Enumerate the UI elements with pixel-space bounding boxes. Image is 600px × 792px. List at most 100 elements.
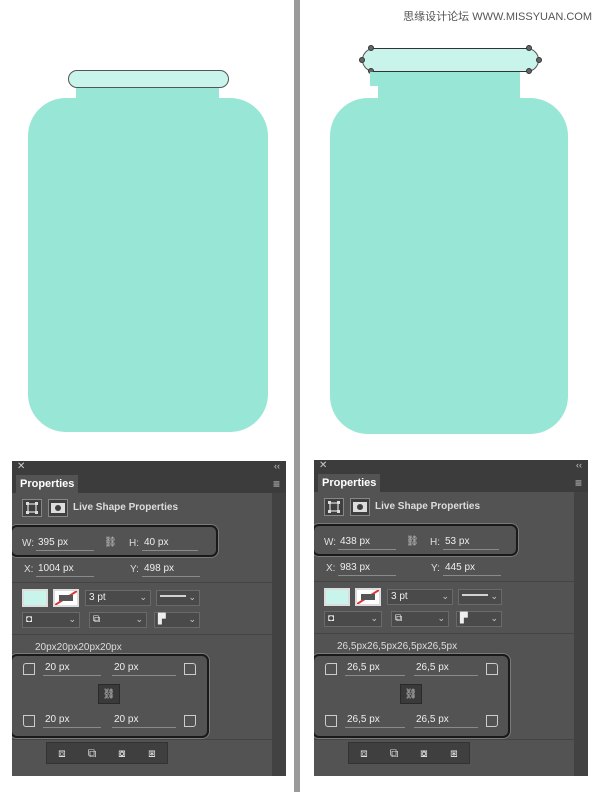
tab-properties[interactable]: Properties [318, 474, 381, 492]
w-field[interactable]: 438 px [338, 536, 396, 550]
radius-tr-field[interactable]: 26,5 px [414, 662, 478, 676]
radius-br-field[interactable]: 20 px [112, 714, 176, 728]
collapse-icon[interactable]: ‹‹ [576, 460, 582, 470]
fill-swatch[interactable] [22, 589, 48, 607]
stroke-type-dropdown[interactable]: ⌄ [156, 590, 200, 606]
anchor-handle[interactable] [536, 57, 542, 63]
section-title: Live Shape Properties [73, 502, 179, 513]
close-icon[interactable]: ✕ [17, 461, 25, 472]
chevron-down-icon: ⌄ [437, 613, 445, 623]
w-label: W: [22, 538, 35, 549]
path-ops: ⧈ ⧉ ⧇ ⧆ [348, 742, 470, 764]
mask-icon[interactable] [350, 498, 370, 516]
intersect-icon[interactable]: ⧇ [409, 743, 439, 763]
panel-menu-icon[interactable]: ≡ [575, 476, 582, 490]
cap-dropdown[interactable]: ⧉ ⌄ [391, 611, 449, 627]
left-example: ✕ ‹‹ Properties ≡ Live Shape Properties … [0, 0, 288, 792]
anchor-handle[interactable] [368, 45, 374, 51]
jar-lid[interactable] [68, 70, 229, 88]
corner-dropdown[interactable]: ▛ ⌄ [456, 611, 502, 627]
path-ops: ⧈ ⧉ ⧇ ⧆ [46, 742, 168, 764]
y-field[interactable]: 445 px [443, 562, 501, 576]
corner-bl-icon [325, 715, 337, 727]
radius-tr-field[interactable]: 20 px [112, 662, 176, 676]
radius-tl-field[interactable]: 26,5 px [345, 662, 405, 676]
collapse-icon[interactable]: ‹‹ [274, 461, 280, 471]
stroke-swatch[interactable] [53, 589, 79, 607]
y-label: Y: [431, 563, 440, 574]
y-label: Y: [130, 564, 139, 575]
corner-tr-icon [486, 663, 498, 675]
live-shape-icon[interactable] [324, 498, 344, 516]
corner-dropdown[interactable]: ▛ ⌄ [154, 612, 200, 628]
cap-dropdown[interactable]: ⧉ ⌄ [89, 612, 147, 628]
w-label: W: [324, 537, 337, 548]
anchor-handle[interactable] [526, 45, 532, 51]
scrollbar[interactable] [574, 492, 588, 776]
subtract-icon[interactable]: ⧉ [77, 743, 107, 763]
x-label: X: [24, 564, 34, 575]
radius-tl-field[interactable]: 20 px [43, 662, 101, 676]
h-field[interactable]: 53 px [443, 536, 499, 550]
y-field[interactable]: 498 px [142, 563, 200, 577]
radii-summary: 26,5px26,5px26,5px26,5px [337, 641, 458, 652]
corner-bl-icon [23, 715, 35, 727]
chevron-down-icon: ⌄ [188, 592, 196, 602]
exclude-icon[interactable]: ⧆ [137, 743, 167, 763]
stroke-size-dropdown[interactable]: 3 pt ⌄ [85, 590, 151, 606]
link-radii-button[interactable]: ⛓ [98, 684, 120, 704]
radius-br-field[interactable]: 26,5 px [414, 714, 478, 728]
chevron-down-icon: ⌄ [370, 613, 378, 623]
chevron-down-icon: ⌄ [188, 614, 196, 624]
link-radii-button[interactable]: ⛓ [400, 684, 422, 704]
close-icon[interactable]: ✕ [319, 460, 327, 471]
h-label: H: [430, 537, 440, 548]
corner-tr-icon [184, 663, 196, 675]
corner-tl-icon [325, 663, 337, 675]
panel-menu-icon[interactable]: ≡ [273, 477, 280, 491]
properties-panel: ✕ ‹‹ Properties ≡ Live Shape Properties … [314, 460, 588, 776]
radius-bl-field[interactable]: 20 px [43, 714, 101, 728]
align-stroke-dropdown[interactable]: ◘ ⌄ [22, 612, 80, 628]
exclude-icon[interactable]: ⧆ [439, 743, 469, 763]
mask-icon[interactable] [48, 499, 68, 517]
chevron-down-icon: ⌄ [490, 613, 498, 623]
jar-lid[interactable] [362, 48, 539, 72]
tab-properties[interactable]: Properties [16, 475, 79, 493]
link-icon[interactable]: ⛓ [406, 536, 419, 547]
stroke-swatch[interactable] [355, 588, 381, 606]
anchor-handle[interactable] [526, 68, 532, 74]
jar-body [28, 98, 268, 432]
jar-neck [370, 72, 520, 86]
w-field[interactable]: 395 px [36, 537, 94, 551]
right-example: ✕ ‹‹ Properties ≡ Live Shape Properties … [300, 0, 600, 792]
stroke-size-dropdown[interactable]: 3 pt ⌄ [387, 589, 453, 605]
corner-br-icon [184, 715, 196, 727]
link-icon[interactable]: ⛓ [104, 537, 117, 548]
scrollbar[interactable] [272, 493, 286, 776]
chevron-down-icon: ⌄ [139, 592, 147, 602]
align-stroke-dropdown[interactable]: ◘ ⌄ [324, 611, 382, 627]
chevron-down-icon: ⌄ [441, 591, 449, 601]
combine-icon[interactable]: ⧈ [47, 743, 77, 763]
stroke-type-dropdown[interactable]: ⌄ [458, 589, 502, 605]
corner-br-icon [486, 715, 498, 727]
x-label: X: [326, 563, 336, 574]
h-field[interactable]: 40 px [142, 537, 198, 551]
corner-tl-icon [23, 663, 35, 675]
x-field[interactable]: 1004 px [36, 563, 94, 577]
subtract-icon[interactable]: ⧉ [379, 743, 409, 763]
properties-panel: ✕ ‹‹ Properties ≡ Live Shape Properties … [12, 461, 286, 776]
fill-swatch[interactable] [324, 588, 350, 606]
chevron-down-icon: ⌄ [135, 614, 143, 624]
intersect-icon[interactable]: ⧇ [107, 743, 137, 763]
combine-icon[interactable]: ⧈ [349, 743, 379, 763]
jar-body [330, 98, 568, 434]
h-label: H: [129, 538, 139, 549]
radius-bl-field[interactable]: 26,5 px [345, 714, 405, 728]
x-field[interactable]: 983 px [338, 562, 396, 576]
live-shape-icon[interactable] [22, 499, 42, 517]
anchor-handle[interactable] [359, 57, 365, 63]
radii-summary: 20px20px20px20px [35, 642, 122, 653]
chevron-down-icon: ⌄ [68, 614, 76, 624]
